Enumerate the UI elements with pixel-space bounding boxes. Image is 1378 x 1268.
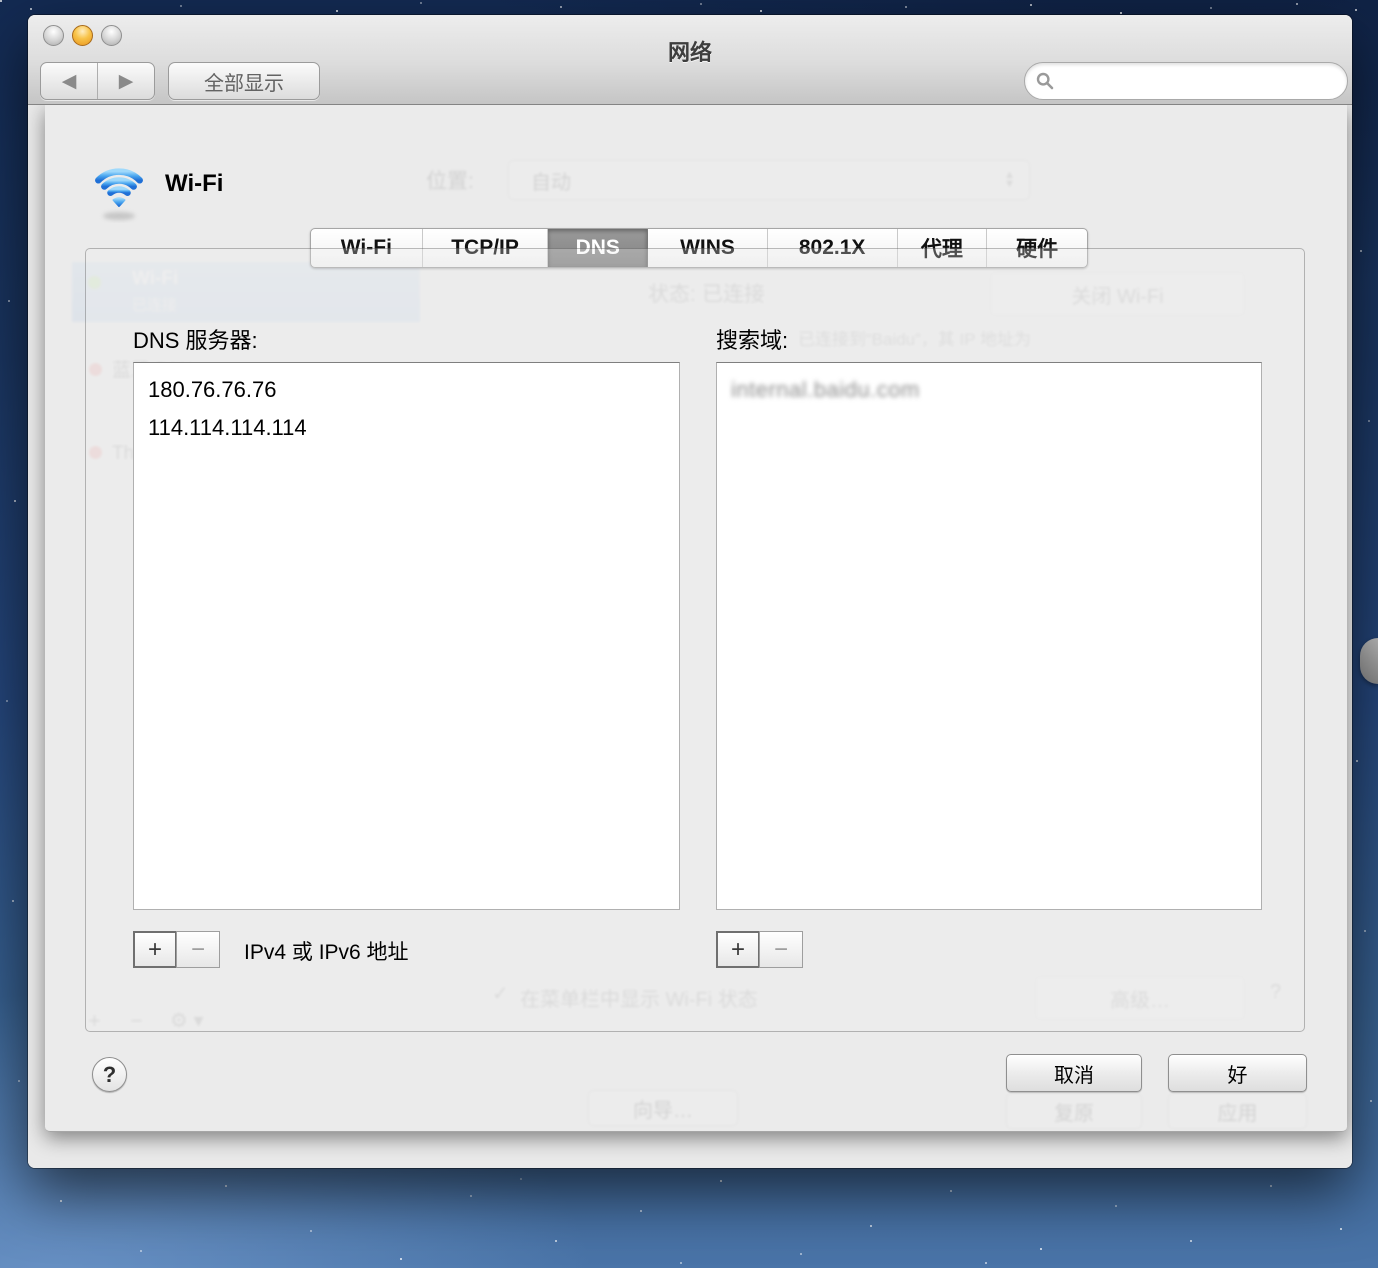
dns-add-button[interactable]: +	[133, 931, 177, 968]
search-domain-row[interactable]: internal.baidu.com	[731, 371, 1261, 409]
advanced-sheet: Wi-Fi Wi-Fi TCP/IP DNS WINS 802.1X 代理 硬件…	[45, 105, 1347, 1132]
back-button[interactable]: ◀	[41, 63, 97, 99]
show-all-button[interactable]: 全部显示	[168, 62, 320, 100]
titlebar: 网络 ◀ ▶ 全部显示	[28, 15, 1352, 105]
cancel-button[interactable]: 取消	[1006, 1054, 1142, 1092]
search-domains-list[interactable]: internal.baidu.com	[716, 362, 1262, 910]
window-body: 位置: 自动 ▲▼ Wi-Fi 已连接 蓝牙 PAN Thunderbolt 网…	[28, 105, 1352, 1168]
dns-remove-button[interactable]: −	[176, 931, 220, 968]
screen-edge-handle	[1360, 638, 1378, 684]
search-icon	[1036, 72, 1054, 90]
domain-add-remove-group: + −	[716, 931, 804, 968]
wifi-icon	[90, 157, 148, 223]
domain-remove-button[interactable]: −	[759, 931, 803, 968]
nav-segmented-control: ◀ ▶	[40, 62, 155, 100]
search-input[interactable]	[1024, 62, 1348, 100]
dns-server-row[interactable]: 180.76.76.76	[148, 371, 679, 409]
dns-add-remove-group: + −	[133, 931, 221, 968]
sheet-service-name: Wi-Fi	[165, 170, 223, 198]
starfield	[0, 0, 2, 2]
dns-server-row[interactable]: 114.114.114.114	[148, 409, 679, 447]
ip-hint-text: IPv4 或 IPv6 地址	[244, 936, 409, 966]
ok-button[interactable]: 好	[1168, 1054, 1307, 1092]
domain-add-button[interactable]: +	[716, 931, 760, 968]
dns-servers-list[interactable]: 180.76.76.76 114.114.114.114	[133, 362, 680, 910]
dns-servers-label: DNS 服务器:	[133, 323, 258, 355]
forward-button[interactable]: ▶	[98, 63, 154, 99]
sheet-help-button[interactable]: ?	[92, 1057, 127, 1092]
network-preferences-window: 网络 ◀ ▶ 全部显示 位置: 自动 ▲▼ Wi-Fi 已连接	[28, 15, 1352, 1168]
search-domains-label: 搜索域:	[716, 323, 788, 355]
